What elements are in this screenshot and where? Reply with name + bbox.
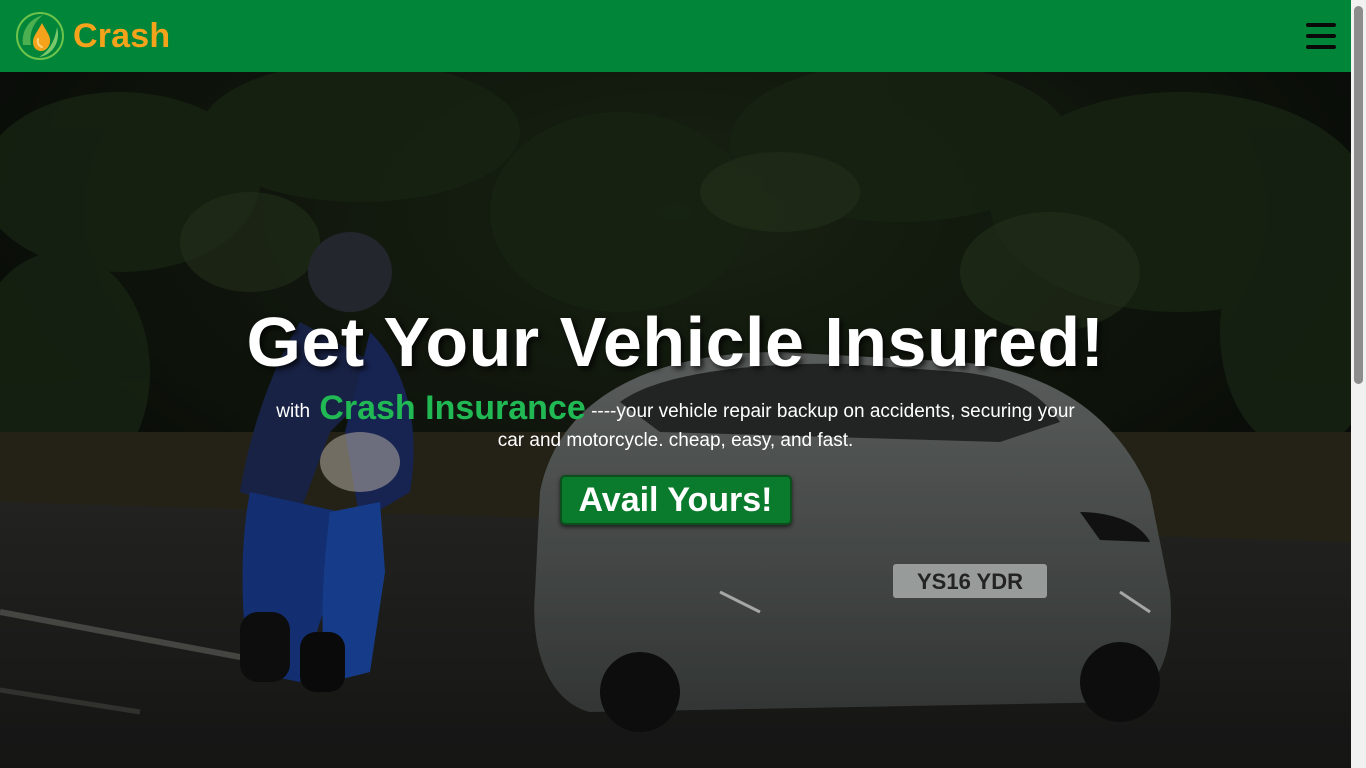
menu-bar-line bbox=[1306, 34, 1336, 38]
leaf-drop-icon bbox=[16, 12, 64, 60]
menu-bar-line bbox=[1306, 45, 1336, 49]
page-scrollbar[interactable] bbox=[1351, 0, 1366, 768]
tagline-brand: Crash Insurance bbox=[319, 389, 586, 427]
avail-yours-button[interactable]: Avail Yours! bbox=[559, 475, 792, 525]
menu-bar-line bbox=[1306, 23, 1336, 27]
hero-content: Get Your Vehicle Insured! with Crash Ins… bbox=[0, 300, 1351, 525]
tagline-prefix: with bbox=[276, 401, 311, 422]
hamburger-menu-icon[interactable] bbox=[1306, 23, 1336, 49]
hero-headline: Get Your Vehicle Insured! bbox=[246, 303, 1105, 381]
brand-name: Crash bbox=[73, 16, 171, 55]
brand-link[interactable]: Crash bbox=[15, 11, 170, 61]
scrollbar-thumb[interactable] bbox=[1354, 6, 1363, 384]
hero-tagline: with Crash Insurance ----your vehicle re… bbox=[276, 391, 1076, 455]
top-navbar: Crash bbox=[0, 0, 1351, 72]
hero-section: YS16 YDR Get Your Vehicle Insured! with … bbox=[0, 72, 1351, 768]
